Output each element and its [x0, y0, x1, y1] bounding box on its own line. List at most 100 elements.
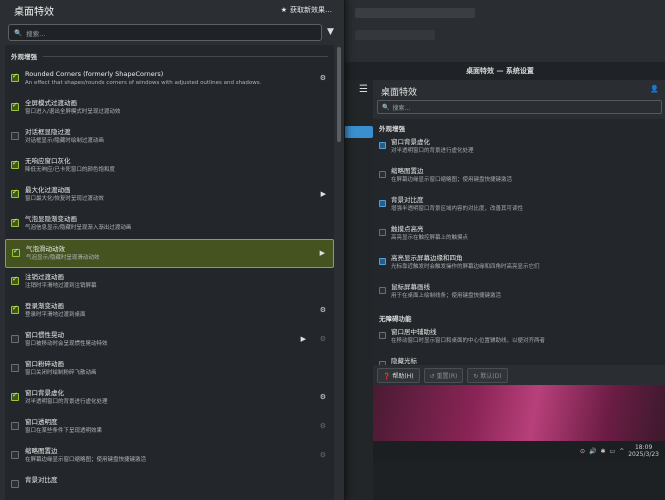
effect-title: 气泡滑动动效 — [26, 245, 65, 253]
effect-item[interactable]: 最大化过渡动画 窗口最大化/恢复时呈现过渡动效 ▶ — [5, 181, 334, 210]
effect-title: 窗口粉碎动画 — [25, 360, 64, 368]
effect-item[interactable]: Rounded Corners (formerly ShapeCorners) … — [5, 65, 334, 94]
effect-item[interactable]: 窗口粉碎动画 窗口关闭时绘制粉碎飞散动画 — [5, 355, 334, 384]
gear-icon[interactable]: ⚙ — [320, 451, 326, 459]
effect-title: 注销过渡动画 — [25, 273, 64, 281]
effect-description: 光标靠近触发时会触发操作的屏幕边缘和四角时高亮显示它们 — [391, 264, 540, 270]
video-icon[interactable]: ▶ — [321, 190, 326, 198]
effect-description: 气泡显示/隐藏时呈现滑动动效 — [26, 255, 100, 261]
effect-item[interactable]: 背景对比度 — [5, 471, 334, 500]
gear-icon[interactable]: ⚙ — [320, 393, 326, 401]
effect-checkbox[interactable] — [379, 171, 386, 178]
effect-item[interactable]: 隐藏光标 闲置或者键盘输入时隐藏鼠标光标 — [373, 354, 665, 365]
reset-button[interactable]: ↺ 重置(R) — [423, 367, 464, 383]
default-button[interactable]: ↻ 默认(D) — [467, 367, 508, 383]
effect-checkbox[interactable] — [379, 258, 386, 265]
network-icon[interactable]: ⊙ — [580, 448, 585, 455]
effect-checkbox[interactable] — [11, 422, 19, 430]
effect-checkbox[interactable] — [379, 200, 386, 207]
effect-checkbox[interactable] — [11, 304, 19, 314]
clock[interactable]: 18:09 2025/3/23 — [628, 444, 659, 458]
effect-description: 用于在桌面上绘制线条；使用键盘快捷键激活 — [391, 293, 502, 299]
get-new-effects-button[interactable]: ★ 获取新效果… — [281, 5, 332, 15]
effect-item[interactable]: 背景对比度 增强半透明窗口背景区域内容的对比度，改善其可读性 — [373, 193, 665, 222]
hamburger-menu-icon[interactable]: ☰ — [359, 84, 368, 95]
effect-checkbox[interactable] — [11, 391, 19, 401]
effect-item[interactable]: 窗口背景虚化 对半透明窗口的背景进行虚化处理 — [373, 135, 665, 164]
gear-icon[interactable]: ⚙ — [320, 74, 326, 82]
section-header: 无障碍功能 — [379, 315, 412, 323]
effect-checkbox[interactable] — [11, 275, 19, 285]
footer-buttons: ❓ 帮助(H) ↺ 重置(R) ↻ 默认(D) — [373, 365, 665, 385]
effect-item[interactable]: 注销过渡动画 注销时平滑地过渡到注销屏幕 — [5, 268, 334, 297]
effect-checkbox[interactable] — [11, 188, 19, 198]
tray-arrow-icon[interactable]: ^ — [619, 448, 624, 455]
bluetooth-icon[interactable]: ✱ — [601, 448, 606, 455]
effect-checkbox[interactable] — [11, 101, 19, 111]
effect-description: 增强半透明窗口背景区域内容的对比度，改善其可读性 — [391, 206, 524, 212]
effect-checkbox[interactable] — [11, 335, 19, 343]
effect-checkbox[interactable] — [11, 451, 19, 459]
search-icon: 🔍 — [14, 28, 23, 37]
effect-description: 在屏幕边缘显示窗口缩略图；使用键盘快捷键激活 — [391, 177, 513, 183]
effect-item[interactable]: 无响应窗口灰化 降低无响应/已卡死窗口的颜色饱和度 — [5, 152, 334, 181]
effect-checkbox[interactable] — [379, 142, 386, 149]
video-icon[interactable]: ▶ — [301, 335, 306, 343]
system-settings-window: 桌面特效 — 系统设置 ☰ 桌面特效 👤 🔍 搜索… 外观增强 窗口背景虚化 对半… — [334, 62, 665, 500]
effect-description: 注销时平滑地过渡到注销屏幕 — [25, 283, 97, 289]
effect-item[interactable]: 缩略图置边 在屏幕边缘显示窗口缩略图；使用键盘快捷键激活 ⚙ — [5, 442, 334, 471]
effect-checkbox[interactable] — [379, 332, 386, 339]
effect-title: 高亮显示屏幕边缘和四角 — [391, 254, 463, 262]
effect-item[interactable]: 全屏模式过渡动画 窗口进入/退出全屏模式时呈现过渡动效 — [5, 94, 334, 123]
effect-checkbox[interactable] — [11, 159, 19, 169]
gear-icon[interactable]: ⚙ — [320, 335, 326, 343]
filter-icon[interactable]: ▼ — [327, 27, 334, 37]
effect-title: 窗口背景虚化 — [391, 138, 430, 146]
effect-item[interactable]: 窗口背景虚化 对半透明窗口的背景进行虚化处理 ⚙ — [5, 384, 334, 413]
effect-item[interactable]: 鼠标屏幕画线 用于在桌面上绘制线条；使用键盘快捷键激活 — [373, 280, 665, 309]
effects-list: 外观增强 Rounded Corners (formerly ShapeCorn… — [5, 45, 334, 500]
effect-title: 触摸点高亮 — [391, 225, 424, 233]
effect-item[interactable]: 气泡显隐渐变动画 气泡信息显示/隐藏时呈现渐入渐出过渡动画 — [5, 210, 334, 239]
effect-item[interactable]: 高亮显示屏幕边缘和四角 光标靠近触发时会触发操作的屏幕边缘和四角时高亮显示它们 — [373, 251, 665, 280]
effect-title: 缩略图置边 — [25, 447, 58, 455]
effect-checkbox[interactable] — [11, 217, 19, 227]
effect-checkbox[interactable] — [379, 229, 386, 236]
effect-title: Rounded Corners (formerly ShapeCorners) — [25, 70, 164, 78]
scrollbar[interactable] — [337, 47, 341, 500]
desktop-effects-window: 桌面特效 ★获取新效果… 🔍搜索… ▼ 外观增强 Rounded Corners… — [0, 0, 345, 500]
effect-item[interactable]: 登录渐变动画 登录时平滑地过渡到桌面 ⚙ — [5, 297, 334, 326]
scrollbar-thumb[interactable] — [337, 47, 341, 142]
effect-checkbox[interactable] — [11, 72, 19, 82]
search-input[interactable]: 🔍 搜索… — [377, 100, 662, 114]
effect-item[interactable]: 触摸点高亮 高亮显示在触控屏幕上的触摸点 — [373, 222, 665, 251]
user-icon[interactable]: 👤 — [650, 85, 659, 93]
gear-icon[interactable]: ⚙ — [320, 306, 326, 314]
effect-checkbox[interactable] — [11, 480, 19, 488]
effect-item[interactable]: 窗口透明度 窗口在某些条件下呈现透明效果 ⚙ — [5, 413, 334, 442]
volume-icon[interactable]: 🔊 — [589, 448, 596, 455]
sidebar-selected-item[interactable] — [343, 126, 373, 138]
effect-checkbox[interactable] — [379, 287, 386, 294]
effect-item[interactable]: 缩略图置边 在屏幕边缘显示窗口缩略图；使用键盘快捷键激活 — [373, 164, 665, 193]
effect-item[interactable]: 气泡滑动动效 气泡显示/隐藏时呈现滑动动效 ▶ — [5, 239, 334, 268]
taskbar: ⊙ 🔊 ✱ ▭ ^ 18:09 2025/3/23 — [373, 441, 665, 461]
effect-item[interactable]: 窗口居中辅助线 在移动窗口时显示窗口和桌面的中心位置辅助线，以便对齐两者 — [373, 325, 665, 354]
effect-checkbox[interactable] — [11, 364, 19, 372]
effect-description: 降低无响应/已卡死窗口的颜色饱和度 — [25, 167, 115, 173]
battery-icon[interactable]: ▭ — [610, 448, 616, 455]
effect-item[interactable]: 对话框显隐过渡 对话框显示/隐藏时绘制过渡动画 — [5, 123, 334, 152]
video-icon[interactable]: ▶ — [320, 249, 325, 257]
effect-title: 鼠标屏幕画线 — [391, 283, 430, 291]
effect-description: 气泡信息显示/隐藏时呈现渐入渐出过渡动画 — [25, 225, 132, 231]
gear-icon[interactable]: ⚙ — [320, 422, 326, 430]
search-input[interactable]: 🔍 搜索… — [8, 24, 322, 41]
effect-checkbox[interactable] — [11, 132, 19, 140]
effect-item[interactable]: 窗口惯性晃动 窗口被移动时会呈现惯性晃动特效 ▶ ⚙ — [5, 326, 334, 355]
help-button[interactable]: ❓ 帮助(H) — [377, 367, 420, 383]
effect-checkbox[interactable] — [12, 247, 20, 257]
effect-description: An effect that shapes/rounds corners of … — [25, 80, 262, 86]
window-title: 桌面特效 — 系统设置 — [335, 62, 665, 80]
search-icon: 🔍 — [382, 103, 390, 111]
effect-title: 窗口背景虚化 — [25, 389, 64, 397]
